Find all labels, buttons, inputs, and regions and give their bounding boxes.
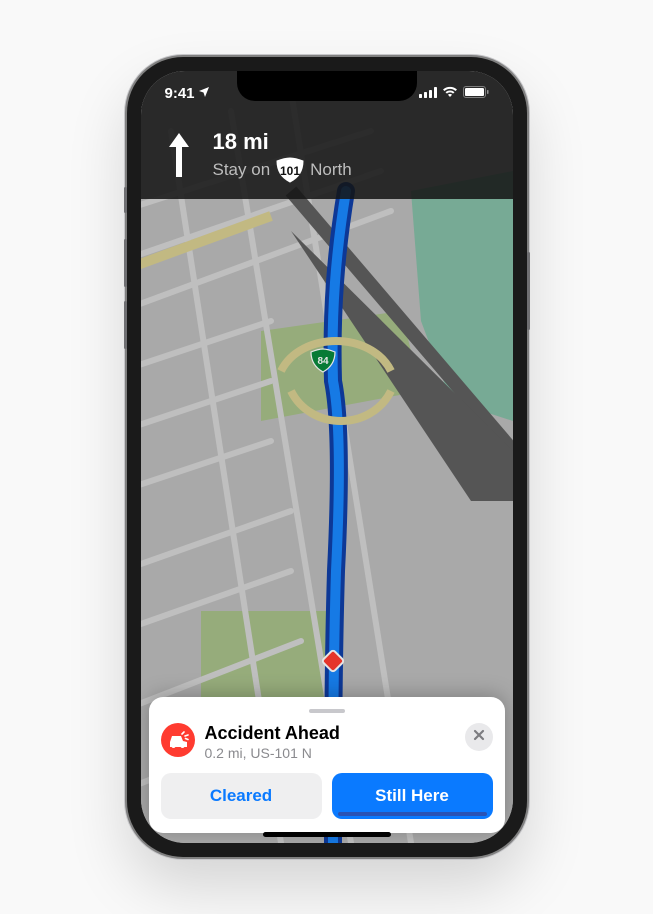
card-grabber[interactable] bbox=[309, 709, 345, 713]
nav-pre-text: Stay on bbox=[213, 160, 271, 180]
alert-title: Accident Ahead bbox=[205, 723, 455, 744]
incident-alert-card: Accident Ahead 0.2 mi, US-101 N Cleared … bbox=[149, 697, 505, 833]
status-time: 9:41 bbox=[165, 85, 195, 102]
straight-arrow-icon bbox=[161, 131, 197, 183]
close-icon bbox=[473, 728, 485, 746]
screen: 9:41 bbox=[141, 71, 513, 843]
volume-down-button bbox=[124, 301, 127, 349]
battery-icon bbox=[463, 85, 489, 102]
still-here-button[interactable]: Still Here bbox=[332, 773, 493, 819]
phone-frame: 9:41 bbox=[127, 57, 527, 857]
cellular-icon bbox=[419, 85, 437, 102]
power-button bbox=[527, 252, 530, 330]
location-icon bbox=[198, 85, 210, 102]
notch bbox=[237, 71, 417, 101]
highway-shield-icon: 101 bbox=[276, 157, 304, 183]
close-button[interactable] bbox=[465, 723, 493, 751]
nav-instruction: Stay on 101 North bbox=[213, 157, 352, 183]
highway-shield-number: 101 bbox=[280, 164, 300, 178]
silence-switch bbox=[124, 187, 127, 213]
alert-subtitle: 0.2 mi, US-101 N bbox=[205, 745, 455, 761]
cleared-button[interactable]: Cleared bbox=[161, 773, 322, 819]
volume-up-button bbox=[124, 239, 127, 287]
wifi-icon bbox=[442, 85, 458, 102]
home-indicator[interactable] bbox=[263, 832, 391, 837]
nav-distance: 18 mi bbox=[213, 129, 352, 155]
accident-icon bbox=[161, 723, 195, 757]
nav-post-text: North bbox=[310, 160, 352, 180]
